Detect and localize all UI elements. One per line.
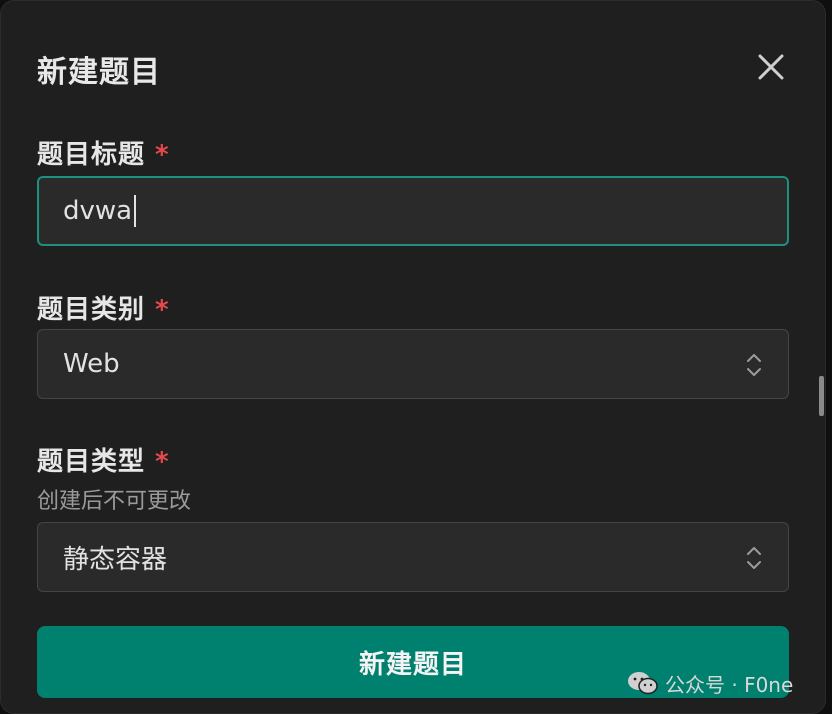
close-icon bbox=[758, 54, 784, 80]
required-mark: * bbox=[155, 447, 170, 477]
category-field-label: 题目类别 * bbox=[37, 289, 170, 326]
required-mark: * bbox=[155, 295, 170, 325]
title-input[interactable]: dvwa bbox=[37, 176, 789, 246]
category-select[interactable]: Web bbox=[37, 329, 789, 399]
create-challenge-dialog: 新建题目 题目标题 * dvwa 题目类别 * Web 题目类型 * 创建后不可更改 … bbox=[0, 0, 826, 714]
type-select-value: 静态容器 bbox=[63, 544, 168, 575]
dialog-title: 新建题目 bbox=[37, 55, 161, 90]
type-field-hint: 创建后不可更改 bbox=[37, 489, 192, 514]
type-select[interactable]: 静态容器 bbox=[37, 522, 789, 592]
wechat-icon bbox=[628, 672, 658, 695]
close-button[interactable] bbox=[753, 49, 789, 85]
category-select-value: Web bbox=[63, 349, 120, 379]
chevron-updown-icon bbox=[747, 547, 761, 569]
scrollbar-handle[interactable] bbox=[819, 376, 824, 416]
watermark: 公众号 · F0ne bbox=[627, 668, 793, 698]
watermark-text: 公众号 · F0ne bbox=[665, 672, 794, 697]
chevron-updown-icon bbox=[747, 354, 761, 376]
text-cursor bbox=[134, 195, 137, 227]
category-field-label-text: 题目类别 bbox=[37, 295, 146, 325]
title-input-value: dvwa bbox=[63, 196, 133, 226]
type-field-label: 题目类型 * bbox=[37, 441, 170, 478]
title-field-label: 题目标题 * bbox=[37, 134, 170, 171]
required-mark: * bbox=[155, 140, 170, 170]
type-field-label-text: 题目类型 bbox=[37, 447, 146, 477]
title-field-label-text: 题目标题 bbox=[37, 140, 146, 170]
